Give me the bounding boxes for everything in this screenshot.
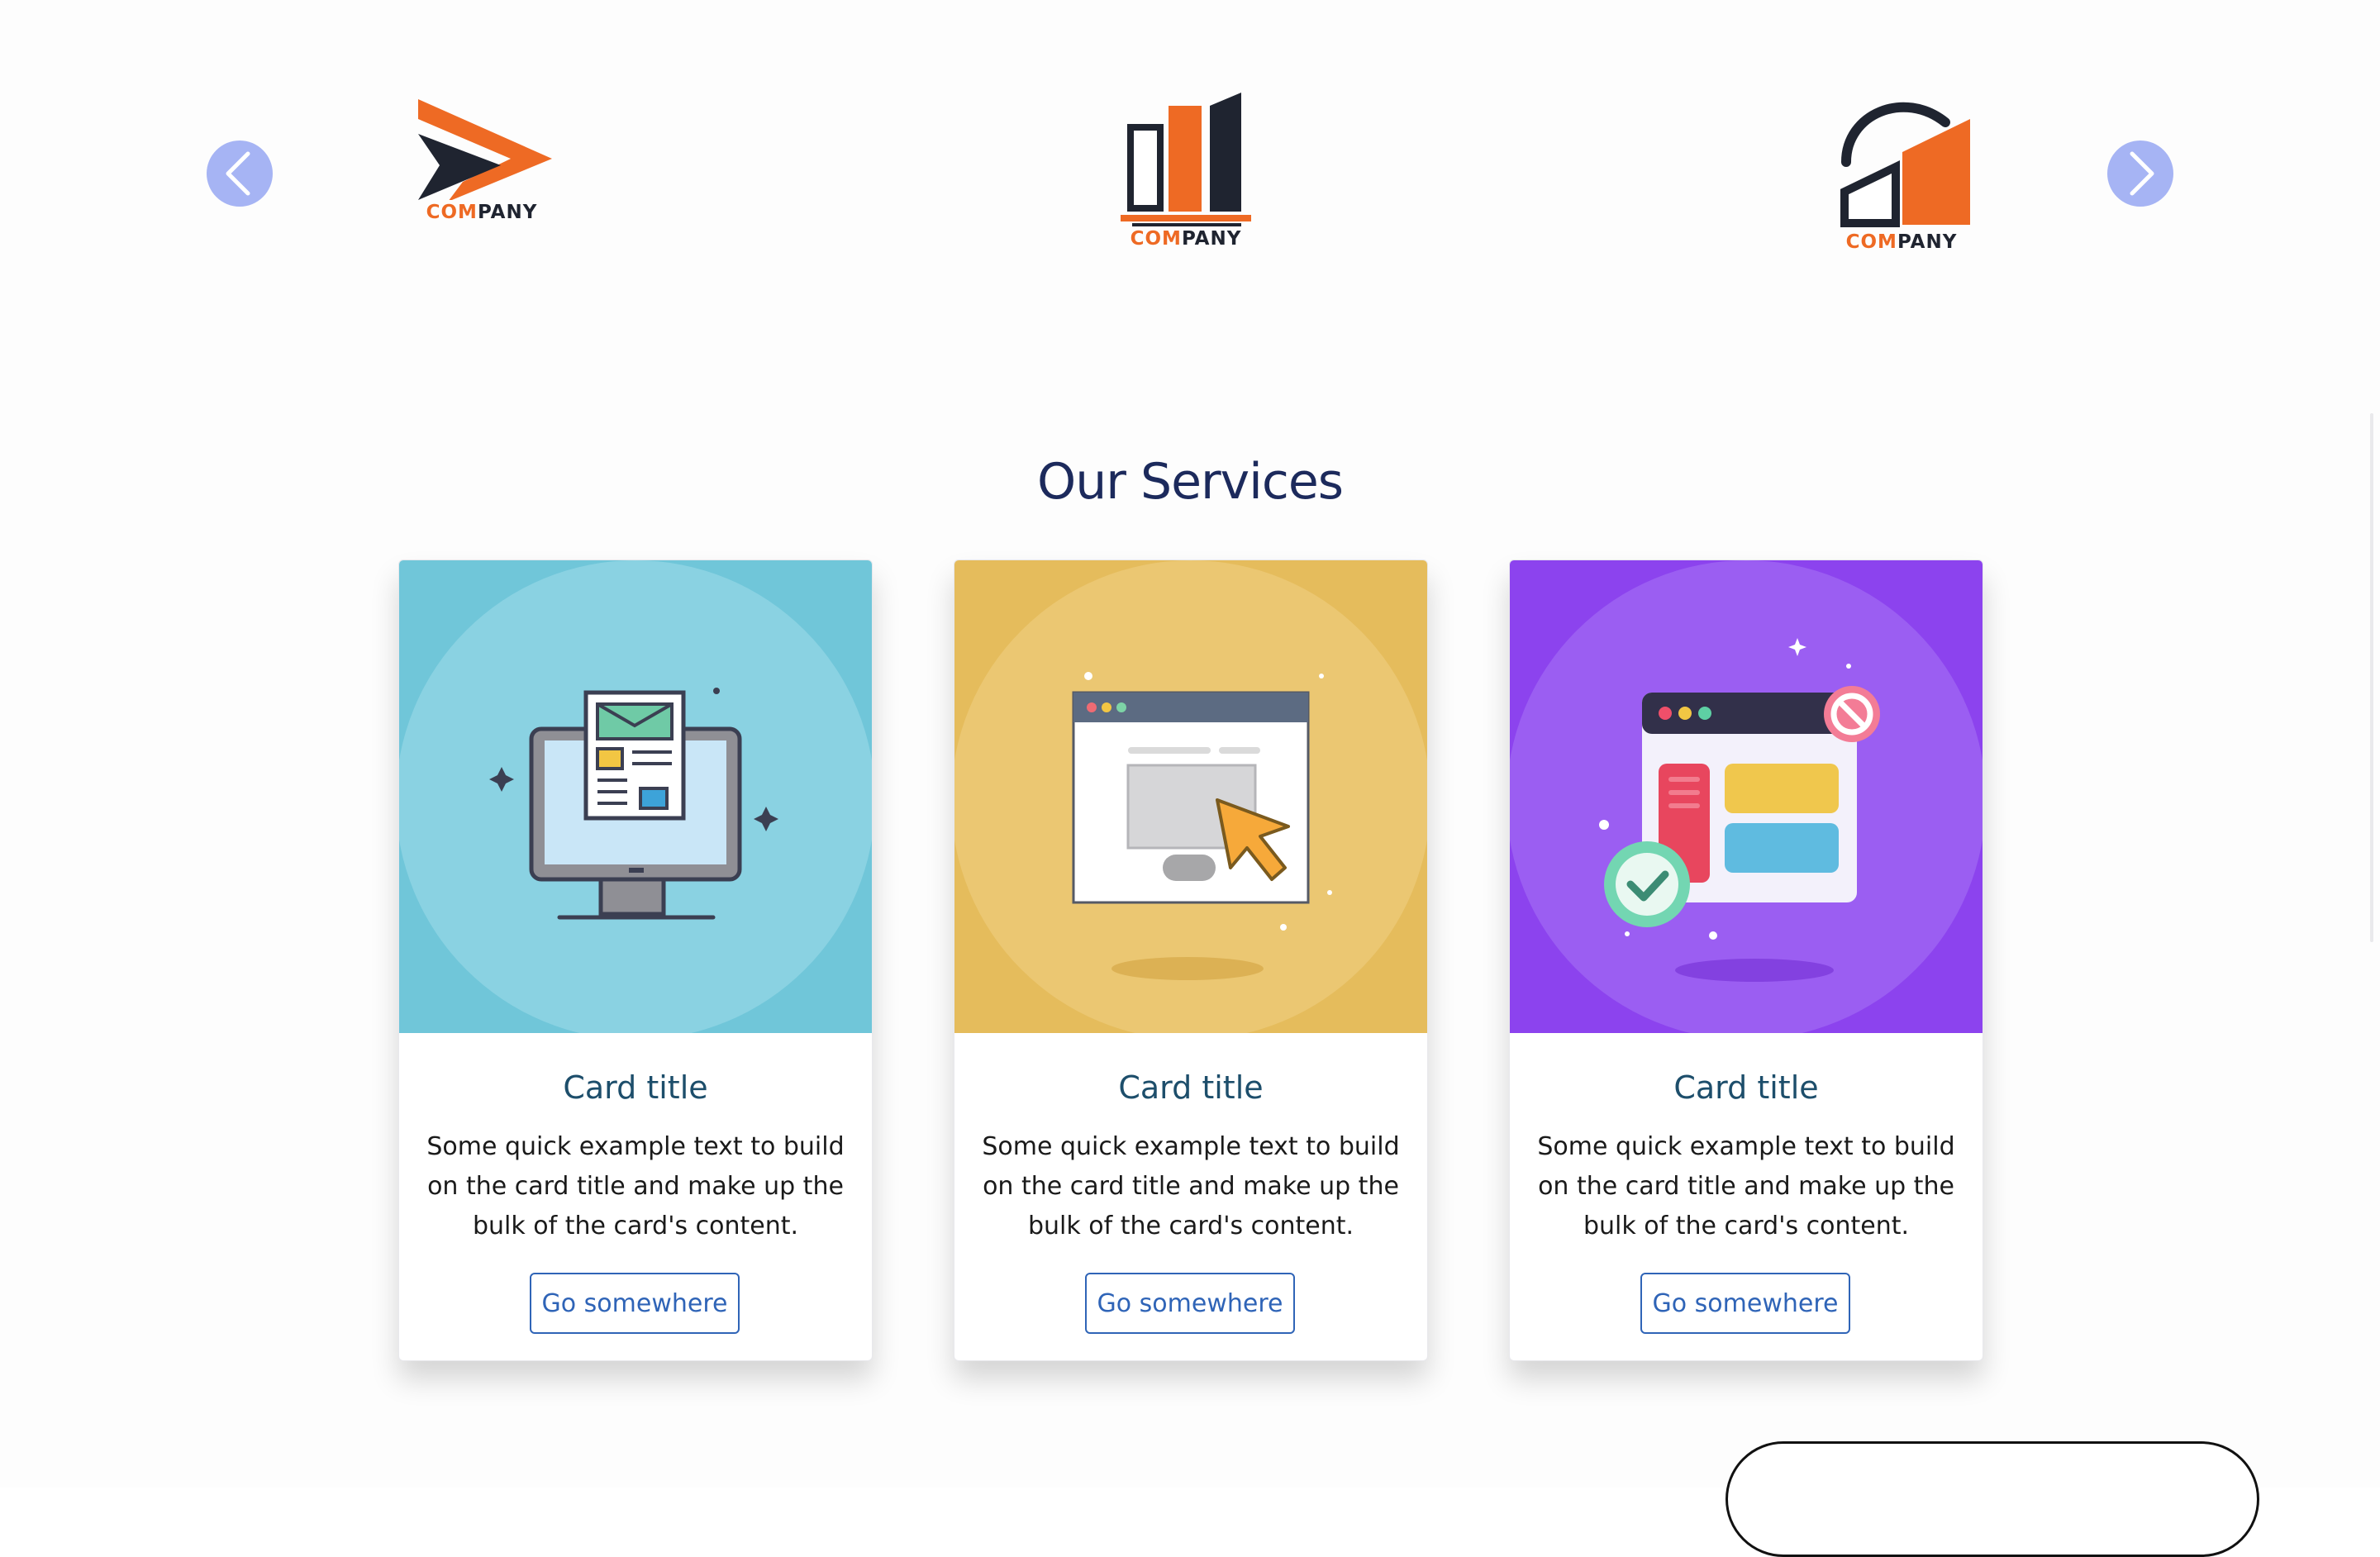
go-somewhere-button[interactable]: Go somewhere xyxy=(530,1273,740,1334)
card-text: Some quick example text to build on the … xyxy=(426,1132,845,1240)
company-name: COMPANY xyxy=(1845,231,1958,253)
service-card: Card title Some quick example text to bu… xyxy=(398,559,873,1361)
company-name: COMPANY xyxy=(426,202,538,223)
company-name: COMPANY xyxy=(1130,228,1242,250)
card-title: Card title xyxy=(1118,1069,1264,1106)
go-somewhere-button[interactable]: Go somewhere xyxy=(1085,1273,1295,1334)
card-image xyxy=(1510,560,1983,1033)
company-logo-3: COMPANY xyxy=(1823,89,1980,253)
card-title: Card title xyxy=(1673,1069,1819,1106)
arrow-logo-icon xyxy=(418,99,552,200)
card-title: Card title xyxy=(563,1069,708,1106)
bar-chart-logo-icon xyxy=(1121,93,1251,226)
carousel-prev-button[interactable] xyxy=(207,140,273,207)
company-logo-1: COMPANY xyxy=(403,93,560,223)
logo-carousel: COMPANY COMPANY COMPANY xyxy=(0,0,2380,314)
card-image xyxy=(954,560,1427,1033)
chevron-left-icon xyxy=(226,151,250,196)
section-title: Our Services xyxy=(1036,452,1344,511)
house-logo-icon xyxy=(1840,102,1970,227)
card-text: Some quick example text to build on the … xyxy=(1537,1132,1955,1240)
card-text: Some quick example text to build on the … xyxy=(982,1132,1400,1240)
chevron-right-icon xyxy=(2130,151,2154,196)
company-logo-2: COMPANY xyxy=(1107,86,1264,250)
service-card: Card title Some quick example text to bu… xyxy=(954,559,1428,1361)
go-somewhere-button[interactable]: Go somewhere xyxy=(1640,1273,1850,1334)
monitor-newsletter-icon xyxy=(399,560,872,1033)
carousel-next-button[interactable] xyxy=(2107,140,2173,207)
card-image xyxy=(399,560,872,1033)
partial-pill-button[interactable] xyxy=(1726,1441,2259,1557)
service-card: Card title Some quick example text to bu… xyxy=(1509,559,1983,1361)
browser-cursor-icon xyxy=(954,560,1427,1033)
browser-check-block-icon xyxy=(1510,560,1983,1033)
